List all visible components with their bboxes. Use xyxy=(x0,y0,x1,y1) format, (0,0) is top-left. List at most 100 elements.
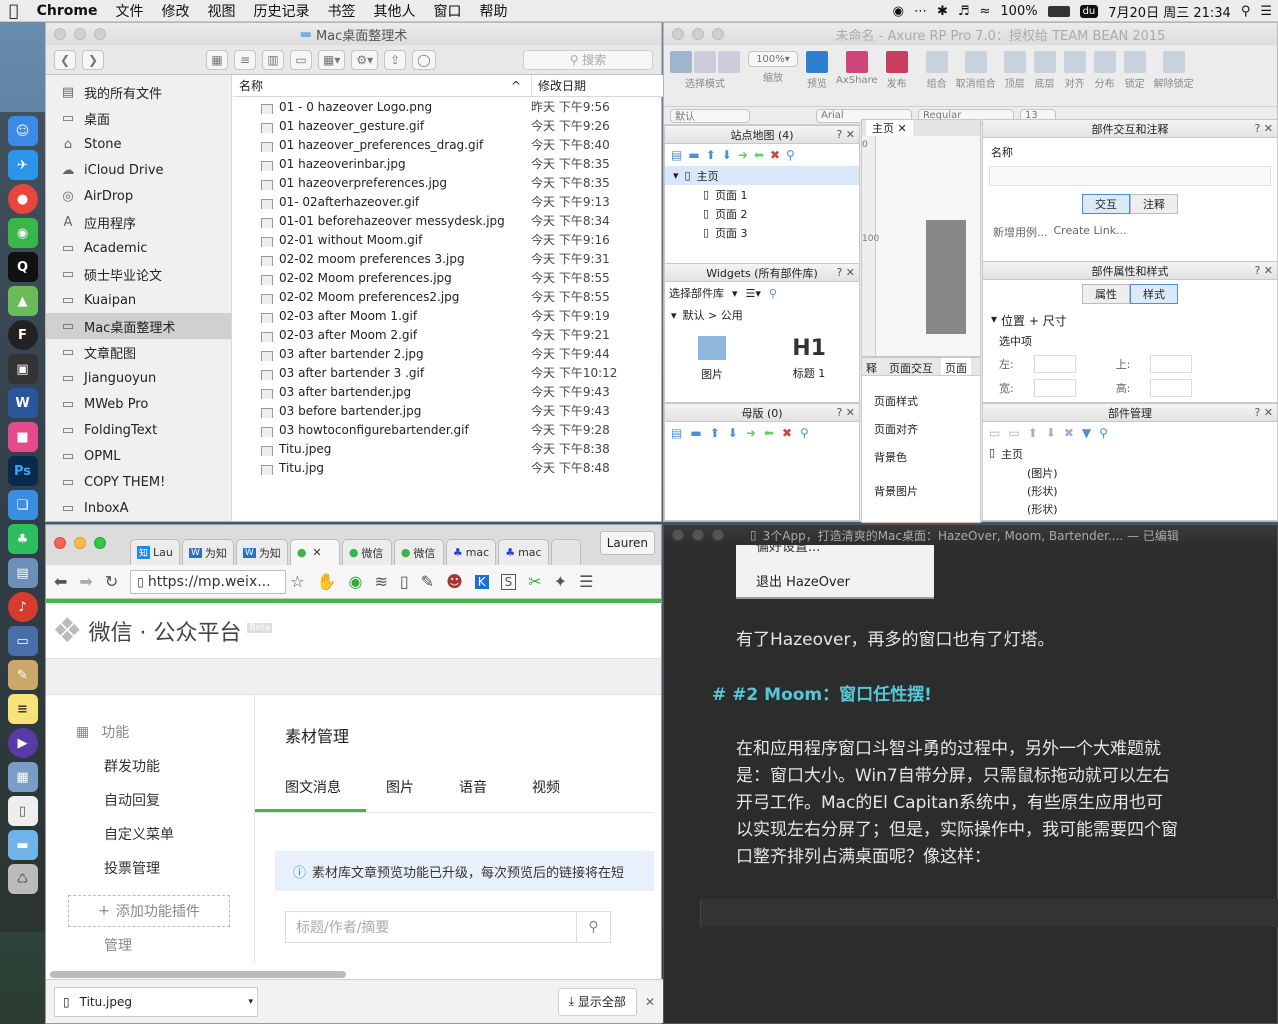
menu-icon[interactable]: ☰ xyxy=(579,572,593,591)
search-icon[interactable]: ⚲ xyxy=(769,287,777,300)
menu-view[interactable]: 视图 xyxy=(198,1,244,21)
pen-icon[interactable]: ✎ xyxy=(7,660,38,690)
copy-icon[interactable]: ▭ xyxy=(1008,426,1019,440)
tab-voice[interactable]: 语音 xyxy=(439,767,512,812)
menu-help[interactable]: 帮助 xyxy=(470,1,516,21)
photos-icon[interactable]: ■ xyxy=(7,422,38,452)
back-button[interactable]: ❮ xyxy=(54,49,76,70)
ungroup-button[interactable]: 取消组合 xyxy=(956,51,996,90)
nav-item-autoreply[interactable]: 自动回复 xyxy=(46,783,256,817)
current-line-highlight[interactable] xyxy=(700,899,1278,927)
sidebar-item-apps[interactable]: A 应用程序 xyxy=(46,209,231,235)
browser-tab[interactable]: 知 Lau xyxy=(130,539,180,565)
new-case-link[interactable]: 新增用例... xyxy=(993,224,1048,240)
menu-people[interactable]: 其他人 xyxy=(364,1,424,21)
tab-images[interactable]: 图片 xyxy=(366,767,439,812)
outdent-icon[interactable]: ⬅ xyxy=(764,426,774,440)
menu-history[interactable]: 历史记录 xyxy=(244,1,318,21)
canvas-tab[interactable]: 主页 ✕ xyxy=(866,120,913,136)
column-name[interactable]: 名称 ^ xyxy=(233,75,531,96)
forward-icon[interactable]: ➡ xyxy=(79,572,92,591)
battery-icon[interactable] xyxy=(1047,5,1070,17)
add-page-icon[interactable]: ▤ xyxy=(671,148,682,162)
file-row[interactable]: 02-02 moom preferences 3.jpg 今天 下午9:31 xyxy=(233,249,663,268)
bring-top-button[interactable]: 顶层 xyxy=(1003,51,1026,90)
browser-tab[interactable]: ♣ mac xyxy=(445,539,497,565)
file-row[interactable]: 01 hazeoverpreferences.jpg 今天 下午8:35 xyxy=(233,173,663,192)
battery-percent[interactable]: 100% xyxy=(1000,4,1037,19)
manager-item[interactable]: (形状) xyxy=(983,482,1277,500)
sidebar-item-all-files[interactable]: ▤ 我的所有文件 xyxy=(46,79,231,105)
finder-icon[interactable]: ☺ xyxy=(7,116,38,146)
widget-image[interactable]: 图片 xyxy=(698,336,727,382)
delete-icon[interactable]: ✖ xyxy=(770,148,780,162)
menu-edit[interactable]: 修改 xyxy=(152,1,198,21)
panel-close-icon[interactable]: ? ✕ xyxy=(836,266,855,279)
back-icon[interactable]: ⬅ xyxy=(54,572,67,591)
new-tab-button[interactable] xyxy=(550,539,581,565)
photoshop-icon[interactable]: Ps xyxy=(7,456,38,486)
lock-button[interactable]: 锁定 xyxy=(1123,51,1146,90)
action-button[interactable]: ⚙▾ xyxy=(351,49,379,70)
file-row[interactable]: 01-01 beforehazeover messydesk.jpg 今天 下午8… xyxy=(233,211,663,230)
file-row[interactable]: 02-03 after Moom 1.gif 今天 下午9:19 xyxy=(233,306,663,325)
word-icon[interactable]: W xyxy=(7,388,38,418)
column-date[interactable]: 修改日期 xyxy=(531,75,586,96)
screen-icon[interactable]: ▭ xyxy=(7,626,38,656)
bookmark-star-icon[interactable]: ☆ xyxy=(290,572,304,591)
tab-close-icon[interactable]: ✕ xyxy=(312,546,321,559)
distribute-button[interactable]: 分布 xyxy=(1093,51,1116,90)
sidebar-item-desktop[interactable]: ▭ 桌面 xyxy=(46,105,231,131)
close-download-bar-icon[interactable]: ✕ xyxy=(645,995,655,1009)
qq-icon[interactable]: Q xyxy=(7,252,38,282)
width-input[interactable] xyxy=(1033,379,1076,397)
apple-icon[interactable]:  xyxy=(0,1,28,20)
folder-icon[interactable]: ▬ xyxy=(7,830,38,860)
books-icon[interactable]: ❏ xyxy=(7,490,38,520)
manager-root[interactable]: ▯ 主页 xyxy=(983,444,1277,464)
style-select[interactable]: 默认 xyxy=(670,108,750,123)
sidebar-item-folder[interactable]: ▭ InboxA xyxy=(46,495,231,521)
widget-h1[interactable]: H1 标题 1 xyxy=(792,336,826,382)
tab-interact[interactable]: 交互 xyxy=(1082,194,1130,214)
tab-page-style[interactable]: 页面 xyxy=(941,358,971,375)
sidebar-item-folder-selected[interactable]: ▭ Mac桌面整理术 xyxy=(46,313,231,339)
close-button[interactable] xyxy=(672,529,684,541)
icon-view-button[interactable]: ▦ xyxy=(206,49,228,70)
nav-item-mass[interactable]: 群发功能 xyxy=(46,749,256,783)
wechat-icon[interactable]: ◉ xyxy=(7,218,38,248)
chrome-icon[interactable]: ● xyxy=(7,184,38,214)
download-item[interactable]: ▯ Titu.jpeg ▾ xyxy=(54,986,258,1017)
extension-icon[interactable]: ◉ xyxy=(348,572,362,591)
minimize-button[interactable] xyxy=(692,529,704,541)
file-row[interactable]: 01- 02afterhazeover.gif 今天 下午9:13 xyxy=(233,192,663,211)
expand-icon[interactable]: ▾ xyxy=(673,169,679,182)
minimize-button[interactable] xyxy=(74,28,86,40)
file-row[interactable]: 03 after bartender 2.jpg 今天 下午9:44 xyxy=(233,344,663,363)
extension-icon[interactable]: K xyxy=(474,574,489,589)
file-row[interactable]: 03 after bartender 3 .gif 今天 下午10:12 xyxy=(233,363,663,382)
zoom-button[interactable] xyxy=(712,529,724,541)
minimize-button[interactable] xyxy=(692,28,704,40)
minimize-button[interactable] xyxy=(74,537,86,549)
add-folder-icon[interactable]: ▬ xyxy=(690,426,701,440)
list-view-button[interactable]: ≡ xyxy=(234,49,256,70)
sidebar-item-folder[interactable]: ▭ Academic xyxy=(46,235,231,261)
connector-icon[interactable] xyxy=(718,51,740,73)
reload-icon[interactable]: ↻ xyxy=(105,572,118,591)
profile-button[interactable]: Lauren xyxy=(599,531,655,555)
filter-icon[interactable]: ▼ xyxy=(1082,426,1091,440)
search-icon[interactable]: ⚲ xyxy=(576,912,610,942)
top-input[interactable] xyxy=(1150,355,1193,373)
panel-close-icon[interactable]: ? ✕ xyxy=(1254,406,1273,419)
select-contain-icon[interactable] xyxy=(694,51,716,73)
delete-icon[interactable]: ✖ xyxy=(1064,426,1074,440)
panel-close-icon[interactable]: ? ✕ xyxy=(1254,264,1273,277)
show-all-downloads-button[interactable]: ⤓ 显示全部 xyxy=(557,987,637,1016)
sitemap-page[interactable]: ▯ 页面 1 xyxy=(665,185,859,204)
add-master-icon[interactable]: ▤ xyxy=(671,426,682,440)
file-row[interactable]: 01 hazeover_preferences_drag.gif 今天 下午8:4… xyxy=(233,135,663,154)
chevron-down-icon[interactable]: ▾ xyxy=(248,997,253,1007)
sidebar-item-folder[interactable]: ▭ COPY THEM! xyxy=(46,469,231,495)
send-bottom-button[interactable]: 底层 xyxy=(1033,51,1056,90)
